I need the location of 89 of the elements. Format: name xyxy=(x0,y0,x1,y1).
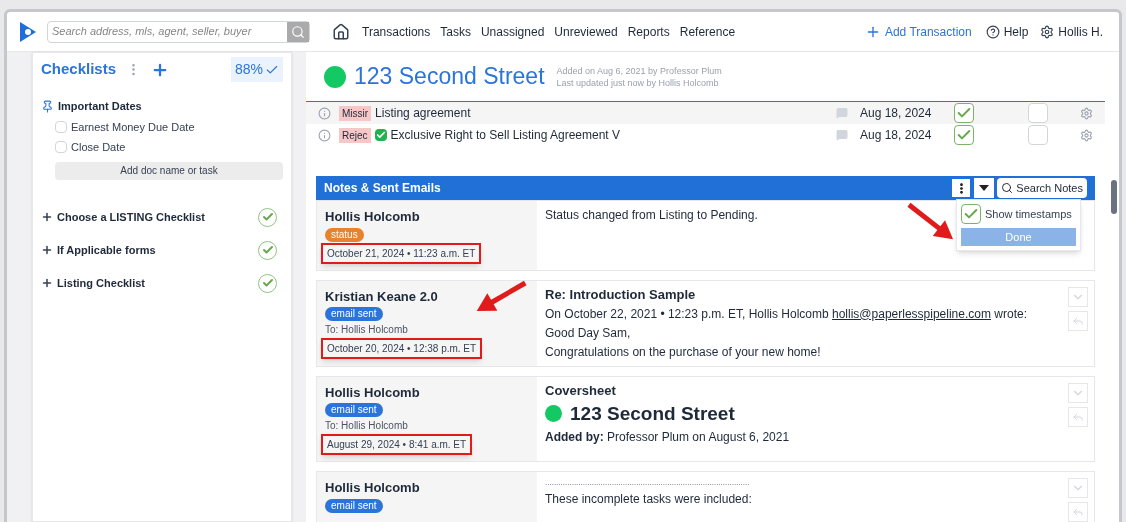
expand-icon[interactable] xyxy=(41,277,53,289)
help-icon xyxy=(985,24,1000,39)
email-quote-line: On October 22, 2021 • 12:23 p.m. ET, Hollis Holcomb hollis@paperlesspipeline.com wrote: xyxy=(545,305,1028,322)
task-label: Earnest Money Due Date xyxy=(71,119,195,135)
dotted-rule: ............................................................................................ xyxy=(545,478,751,488)
dropdown-button[interactable] xyxy=(974,178,995,198)
settings-icon xyxy=(1040,24,1055,39)
comment-icon[interactable] xyxy=(836,107,848,119)
settings-icon[interactable] xyxy=(1080,128,1093,142)
info-icon[interactable] xyxy=(318,128,331,142)
email-subject: Re: Introduction Sample xyxy=(545,286,697,303)
reply-button[interactable] xyxy=(1068,502,1088,522)
reply-button[interactable] xyxy=(1068,310,1088,331)
settings-icon[interactable] xyxy=(1080,106,1093,120)
sidebar-title: Checklists xyxy=(41,59,117,80)
note-recipient: To: Hollis Holcomb xyxy=(325,323,408,337)
help-link[interactable]: Help xyxy=(1003,22,1029,41)
document-date: Aug 18, 2024 xyxy=(860,105,933,122)
expand-icon[interactable] xyxy=(41,211,53,223)
coversheet-heading: 123 Second Street xyxy=(570,401,735,426)
note-timestamp: October 20, 2024 • 12:38 p.m. ET xyxy=(321,338,483,359)
reviewed-checkbox[interactable] xyxy=(954,103,974,123)
note-recipient: To: Hollis Holcomb xyxy=(325,419,408,433)
email-subject: Coversheet xyxy=(545,382,617,399)
timestamps-checkbox[interactable] xyxy=(961,204,981,224)
note-tag: email sent xyxy=(325,403,383,417)
note-author: Hollis Holcomb xyxy=(325,479,420,497)
task-checkbox[interactable] xyxy=(55,141,67,154)
email-link[interactable]: hollis@paperlesspipeline.com xyxy=(832,306,991,321)
email-text: Congratulations on the purchase of your new home! xyxy=(545,343,822,360)
caret-icon xyxy=(979,185,990,191)
menu-option[interactable]: Show timestamps xyxy=(985,205,1072,223)
scrollbar-thumb[interactable] xyxy=(1111,180,1117,214)
nav-link[interactable]: Tasks xyxy=(440,22,471,41)
email-text: Good Day Sam, xyxy=(545,324,632,341)
nav-link[interactable]: Transactions xyxy=(362,22,431,41)
notes-title: Notes & Sent Emails xyxy=(324,180,442,197)
nav-link[interactable]: Reference xyxy=(679,22,736,41)
info-icon[interactable] xyxy=(318,106,331,120)
search-field[interactable]: Search address, mls, agent, seller, buyer xyxy=(47,20,310,43)
home-icon[interactable] xyxy=(332,22,350,41)
search-notes-button[interactable]: Search Notes xyxy=(997,178,1087,198)
updated-text: Last updated just now by Hollis Holcomb xyxy=(556,76,720,89)
checklist-group[interactable]: If Applicable forms xyxy=(57,241,258,259)
checklist-group[interactable]: Listing Checklist xyxy=(57,274,258,292)
added-text: Added on Aug 6, 2021 by Professor Plum xyxy=(556,64,722,77)
transaction-title: 123 Second Street xyxy=(354,62,545,92)
user-menu[interactable]: Hollis H. xyxy=(1058,22,1103,41)
document-name[interactable]: Exclusive Right to Sell Listing Agreement V xyxy=(390,126,832,144)
note-tag: status xyxy=(325,227,364,242)
note-author: Hollis Holcomb xyxy=(325,383,420,402)
search-icon xyxy=(291,24,305,39)
search-button[interactable] xyxy=(287,21,309,42)
nav-link[interactable]: Unreviewed xyxy=(554,22,618,41)
nav-link[interactable]: Reports xyxy=(627,22,670,41)
email-text: These incomplete tasks were included: xyxy=(545,491,753,508)
document-date: Aug 18, 2024 xyxy=(860,127,933,144)
note-author: Kristian Keane 2.0 xyxy=(325,287,438,306)
reviewed-checkbox[interactable] xyxy=(954,125,974,145)
add-task-button[interactable]: Add doc name or task xyxy=(55,161,283,180)
flag-checkbox[interactable] xyxy=(1028,103,1048,123)
reply-icon xyxy=(1072,506,1084,518)
expand-icon[interactable] xyxy=(41,244,53,256)
nav-link[interactable]: Unassigned xyxy=(480,22,545,41)
note-author: Hollis Holcomb xyxy=(325,208,420,226)
note-timestamp: August 29, 2024 • 8:41 a.m. ET xyxy=(321,434,473,455)
note-tag: email sent xyxy=(325,498,383,513)
add-transaction-link[interactable]: Add Transaction xyxy=(884,22,972,41)
flag-checkbox[interactable] xyxy=(1028,125,1048,145)
search-icon xyxy=(1001,182,1014,194)
comment-icon[interactable] xyxy=(836,129,848,141)
document-badge: Missir xyxy=(339,105,372,121)
note-timestamp: October 21, 2024 • 11:23 a.m. ET xyxy=(321,242,482,264)
note-text: Status changed from Listing to Pending. xyxy=(545,207,758,223)
task-label: Close Date xyxy=(71,140,126,155)
more-button[interactable] xyxy=(951,178,972,198)
expand-button[interactable] xyxy=(1068,382,1088,403)
pin-icon[interactable] xyxy=(41,99,54,113)
coversheet-text: Added by: Professor Plum on August 6, 2021 xyxy=(545,428,791,445)
expand-button[interactable] xyxy=(1068,286,1088,307)
document-name[interactable]: Listing agreement xyxy=(375,104,832,122)
checklist-group[interactable]: Choose a LISTING Checklist xyxy=(57,208,258,226)
reply-button[interactable] xyxy=(1068,406,1088,427)
progress-badge: 88% xyxy=(230,57,283,82)
document-badge: Rejec xyxy=(339,127,371,143)
expand-button[interactable] xyxy=(1068,478,1088,498)
section-title: Important Dates xyxy=(58,99,142,114)
task-checkbox[interactable] xyxy=(55,120,67,133)
note-tag: email sent xyxy=(325,307,383,321)
